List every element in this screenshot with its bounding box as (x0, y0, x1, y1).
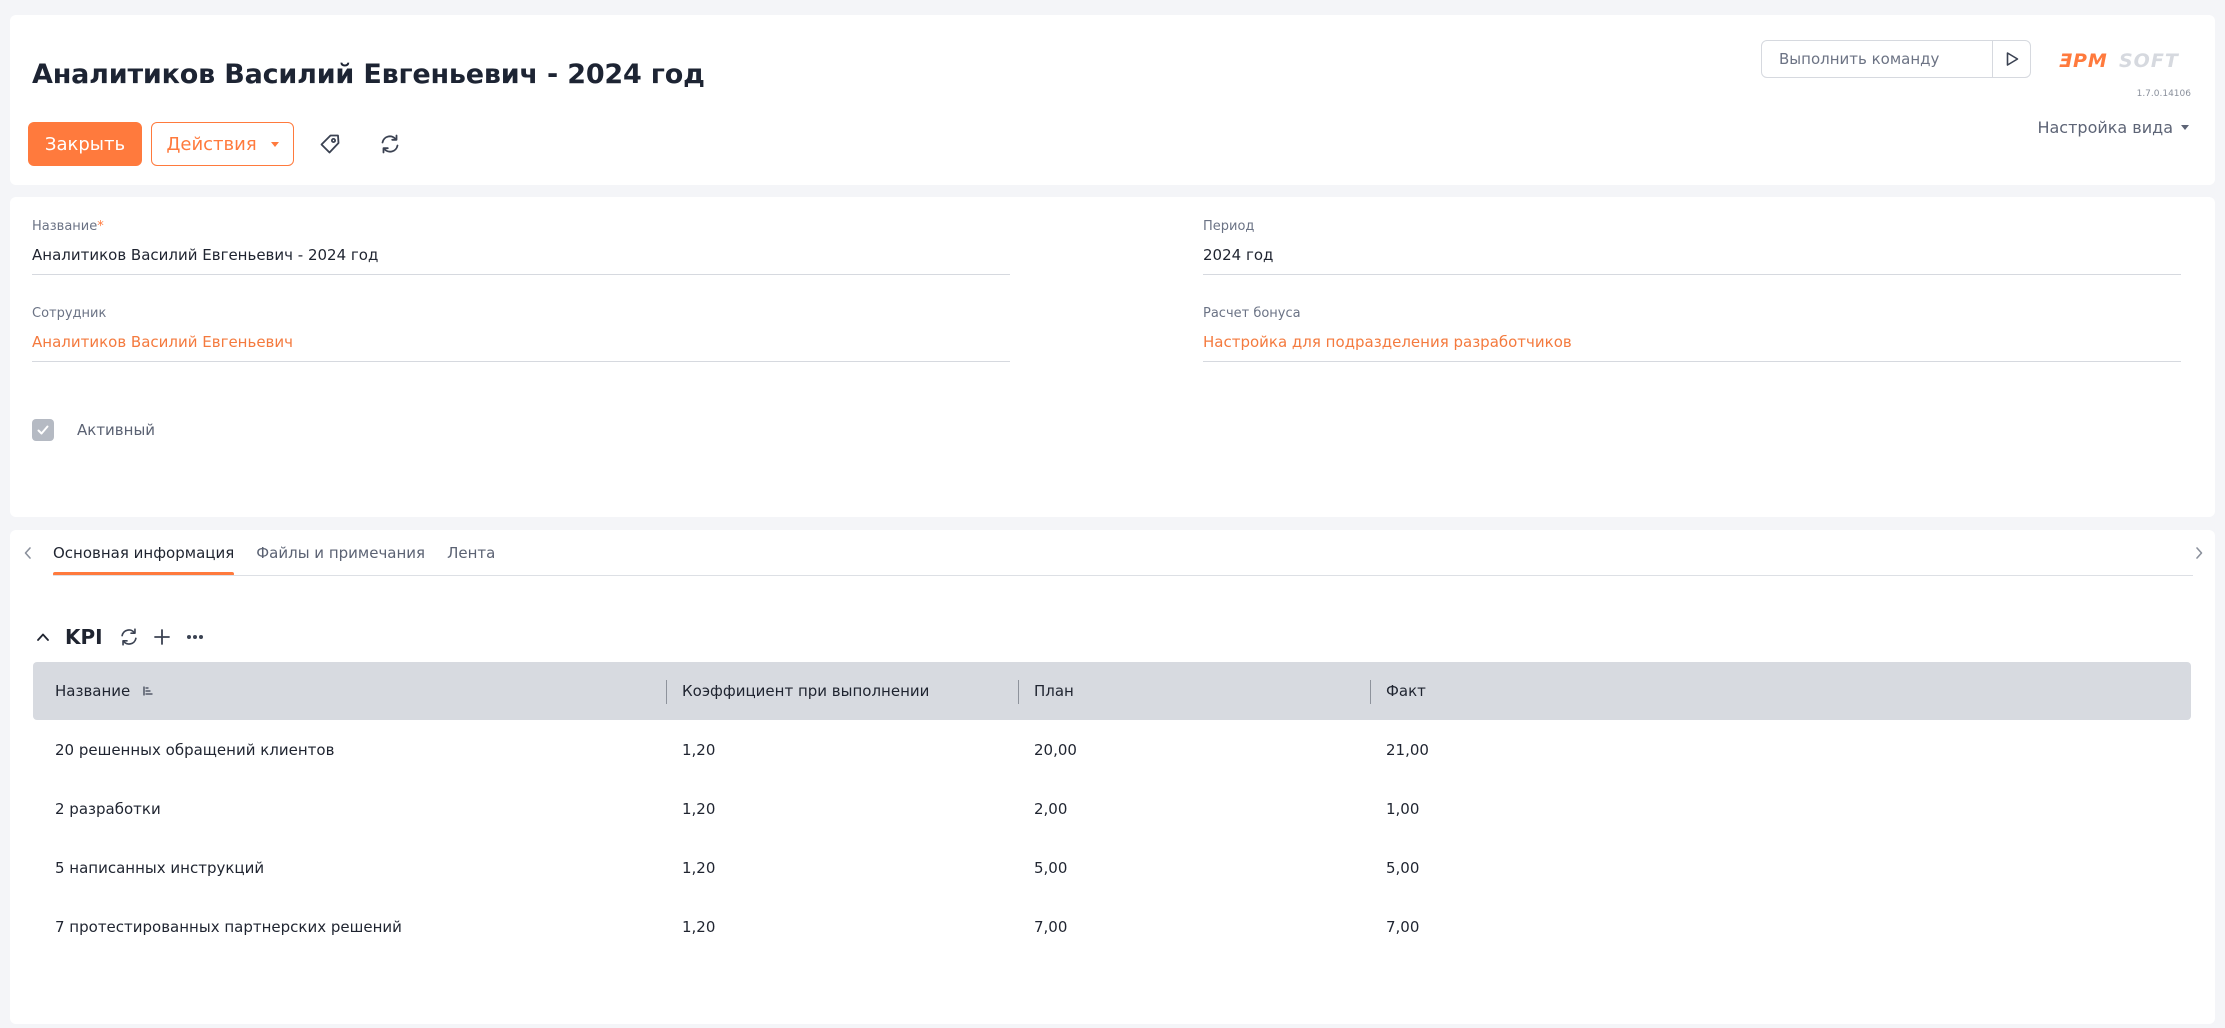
svg-text:SOFT: SOFT (2119, 50, 2180, 72)
tag-icon (320, 134, 340, 154)
refresh-icon (120, 628, 137, 646)
chevron-right-icon (2196, 547, 2203, 559)
bonus-calc-field-value[interactable]: Настройка для подразделения разработчико… (1203, 333, 2181, 362)
close-button[interactable]: Закрыть (28, 122, 142, 166)
cell-fact: 5,00 (1386, 858, 1420, 877)
tabs-scroll-left[interactable] (18, 541, 38, 565)
play-icon (2006, 52, 2018, 66)
cell-plan: 5,00 (1034, 858, 1068, 877)
name-field: Название* Аналитиков Василий Евгеньевич … (32, 219, 1010, 275)
name-field-value[interactable]: Аналитиков Василий Евгеньевич - 2024 год (32, 246, 1010, 275)
tag-button[interactable] (314, 128, 346, 160)
employee-field-value[interactable]: Аналитиков Василий Евгеньевич (32, 333, 1010, 362)
command-box (1761, 40, 2031, 78)
tab-strip: Основная информация Файлы и примечания Л… (53, 530, 495, 576)
bonus-calc-field: Расчет бонуса Настройка для подразделени… (1203, 306, 2181, 362)
period-field-label: Период (1203, 219, 1255, 234)
tab-feed[interactable]: Лента (447, 530, 495, 576)
active-checkbox-label: Активный (77, 421, 156, 439)
cell-plan: 20,00 (1034, 740, 1077, 759)
cell-fact: 1,00 (1386, 799, 1420, 818)
plus-icon (153, 629, 170, 645)
cell-fact: 7,00 (1386, 917, 1420, 936)
cell-name: 5 написанных инструкций (55, 858, 265, 877)
cell-plan: 7,00 (1034, 917, 1068, 936)
kpi-more-button[interactable] (184, 626, 206, 648)
check-icon (37, 425, 49, 435)
column-header-plan[interactable]: План (1034, 662, 1074, 720)
chevron-left-icon (24, 547, 31, 559)
period-field: Период 2024 год (1203, 219, 2181, 275)
active-checkbox[interactable] (32, 419, 54, 441)
table-row[interactable]: 7 протестированных партнерских решений 1… (33, 897, 2191, 956)
column-header-fact[interactable]: Факт (1386, 662, 1426, 720)
chevron-down-icon (270, 141, 279, 147)
cell-name: 20 решенных обращений клиентов (55, 740, 335, 759)
column-resize-handle[interactable] (1370, 680, 1371, 704)
table-row[interactable]: 5 написанных инструкций 1,20 5,00 5,00 (33, 838, 2191, 897)
employee-field-label: Сотрудник (32, 306, 107, 321)
period-field-value[interactable]: 2024 год (1203, 246, 2181, 275)
cell-name: 7 протестированных партнерских решений (55, 917, 402, 936)
cell-coefficient: 1,20 (682, 917, 716, 936)
tab-main-info[interactable]: Основная информация (53, 530, 235, 576)
actions-button-label: Действия (166, 133, 257, 155)
tabs-divider (53, 575, 2193, 576)
bpmsoft-logo: ƎPM SOFT (2059, 50, 2180, 72)
kpi-refresh-button[interactable] (118, 626, 140, 648)
chevron-up-icon (37, 633, 49, 641)
name-field-label: Название* (32, 219, 104, 234)
collapse-kpi-button[interactable] (32, 626, 54, 648)
app-version: 1.7.0.14106 (2136, 89, 2191, 99)
cell-fact: 21,00 (1386, 740, 1429, 759)
kpi-add-button[interactable] (151, 626, 173, 648)
table-row[interactable]: 20 решенных обращений клиентов 1,20 20,0… (33, 720, 2191, 779)
kpi-grid: Название Коэффициент при выполнении План… (33, 662, 2191, 956)
view-settings-button[interactable]: Настройка вида (2037, 118, 2189, 137)
refresh-icon (381, 134, 399, 154)
tabs-scroll-right[interactable] (2189, 541, 2209, 565)
view-settings-label: Настройка вида (2037, 118, 2173, 137)
cell-coefficient: 1,20 (682, 740, 716, 759)
page-title: Аналитиков Василий Евгеньевич - 2024 год (32, 59, 705, 90)
column-header-coefficient[interactable]: Коэффициент при выполнении (682, 662, 929, 720)
header-panel: Аналитиков Василий Евгеньевич - 2024 год… (10, 15, 2215, 185)
refresh-button[interactable] (374, 128, 406, 160)
kpi-title: KPI (65, 625, 103, 649)
run-command-button[interactable] (1992, 41, 2030, 77)
tabs-panel: Основная информация Файлы и примечания Л… (10, 530, 2215, 1024)
column-resize-handle[interactable] (1018, 680, 1019, 704)
column-resize-handle[interactable] (666, 680, 667, 704)
actions-button[interactable]: Действия (151, 122, 294, 166)
chevron-down-icon (2181, 125, 2189, 130)
table-row[interactable]: 2 разработки 1,20 2,00 1,00 (33, 779, 2191, 838)
tab-files-notes[interactable]: Файлы и примечания (256, 530, 425, 576)
kpi-grid-header: Название Коэффициент при выполнении План… (33, 662, 2191, 720)
svg-text:ƎPM: ƎPM (2059, 50, 2108, 72)
cell-coefficient: 1,20 (682, 858, 716, 877)
column-header-name-label: Название (55, 682, 131, 700)
cell-coefficient: 1,20 (682, 799, 716, 818)
column-header-name[interactable]: Название (55, 662, 154, 720)
cell-plan: 2,00 (1034, 799, 1068, 818)
fields-panel: Название* Аналитиков Василий Евгеньевич … (10, 197, 2215, 517)
required-mark: * (97, 219, 104, 234)
more-icon (186, 635, 203, 639)
kpi-header: KPI (32, 622, 206, 652)
cell-name: 2 разработки (55, 799, 161, 818)
bonus-calc-field-label: Расчет бонуса (1203, 306, 1301, 321)
sort-icon (143, 686, 153, 696)
command-input[interactable] (1762, 41, 1992, 77)
employee-field: Сотрудник Аналитиков Василий Евгеньевич (32, 306, 1010, 362)
